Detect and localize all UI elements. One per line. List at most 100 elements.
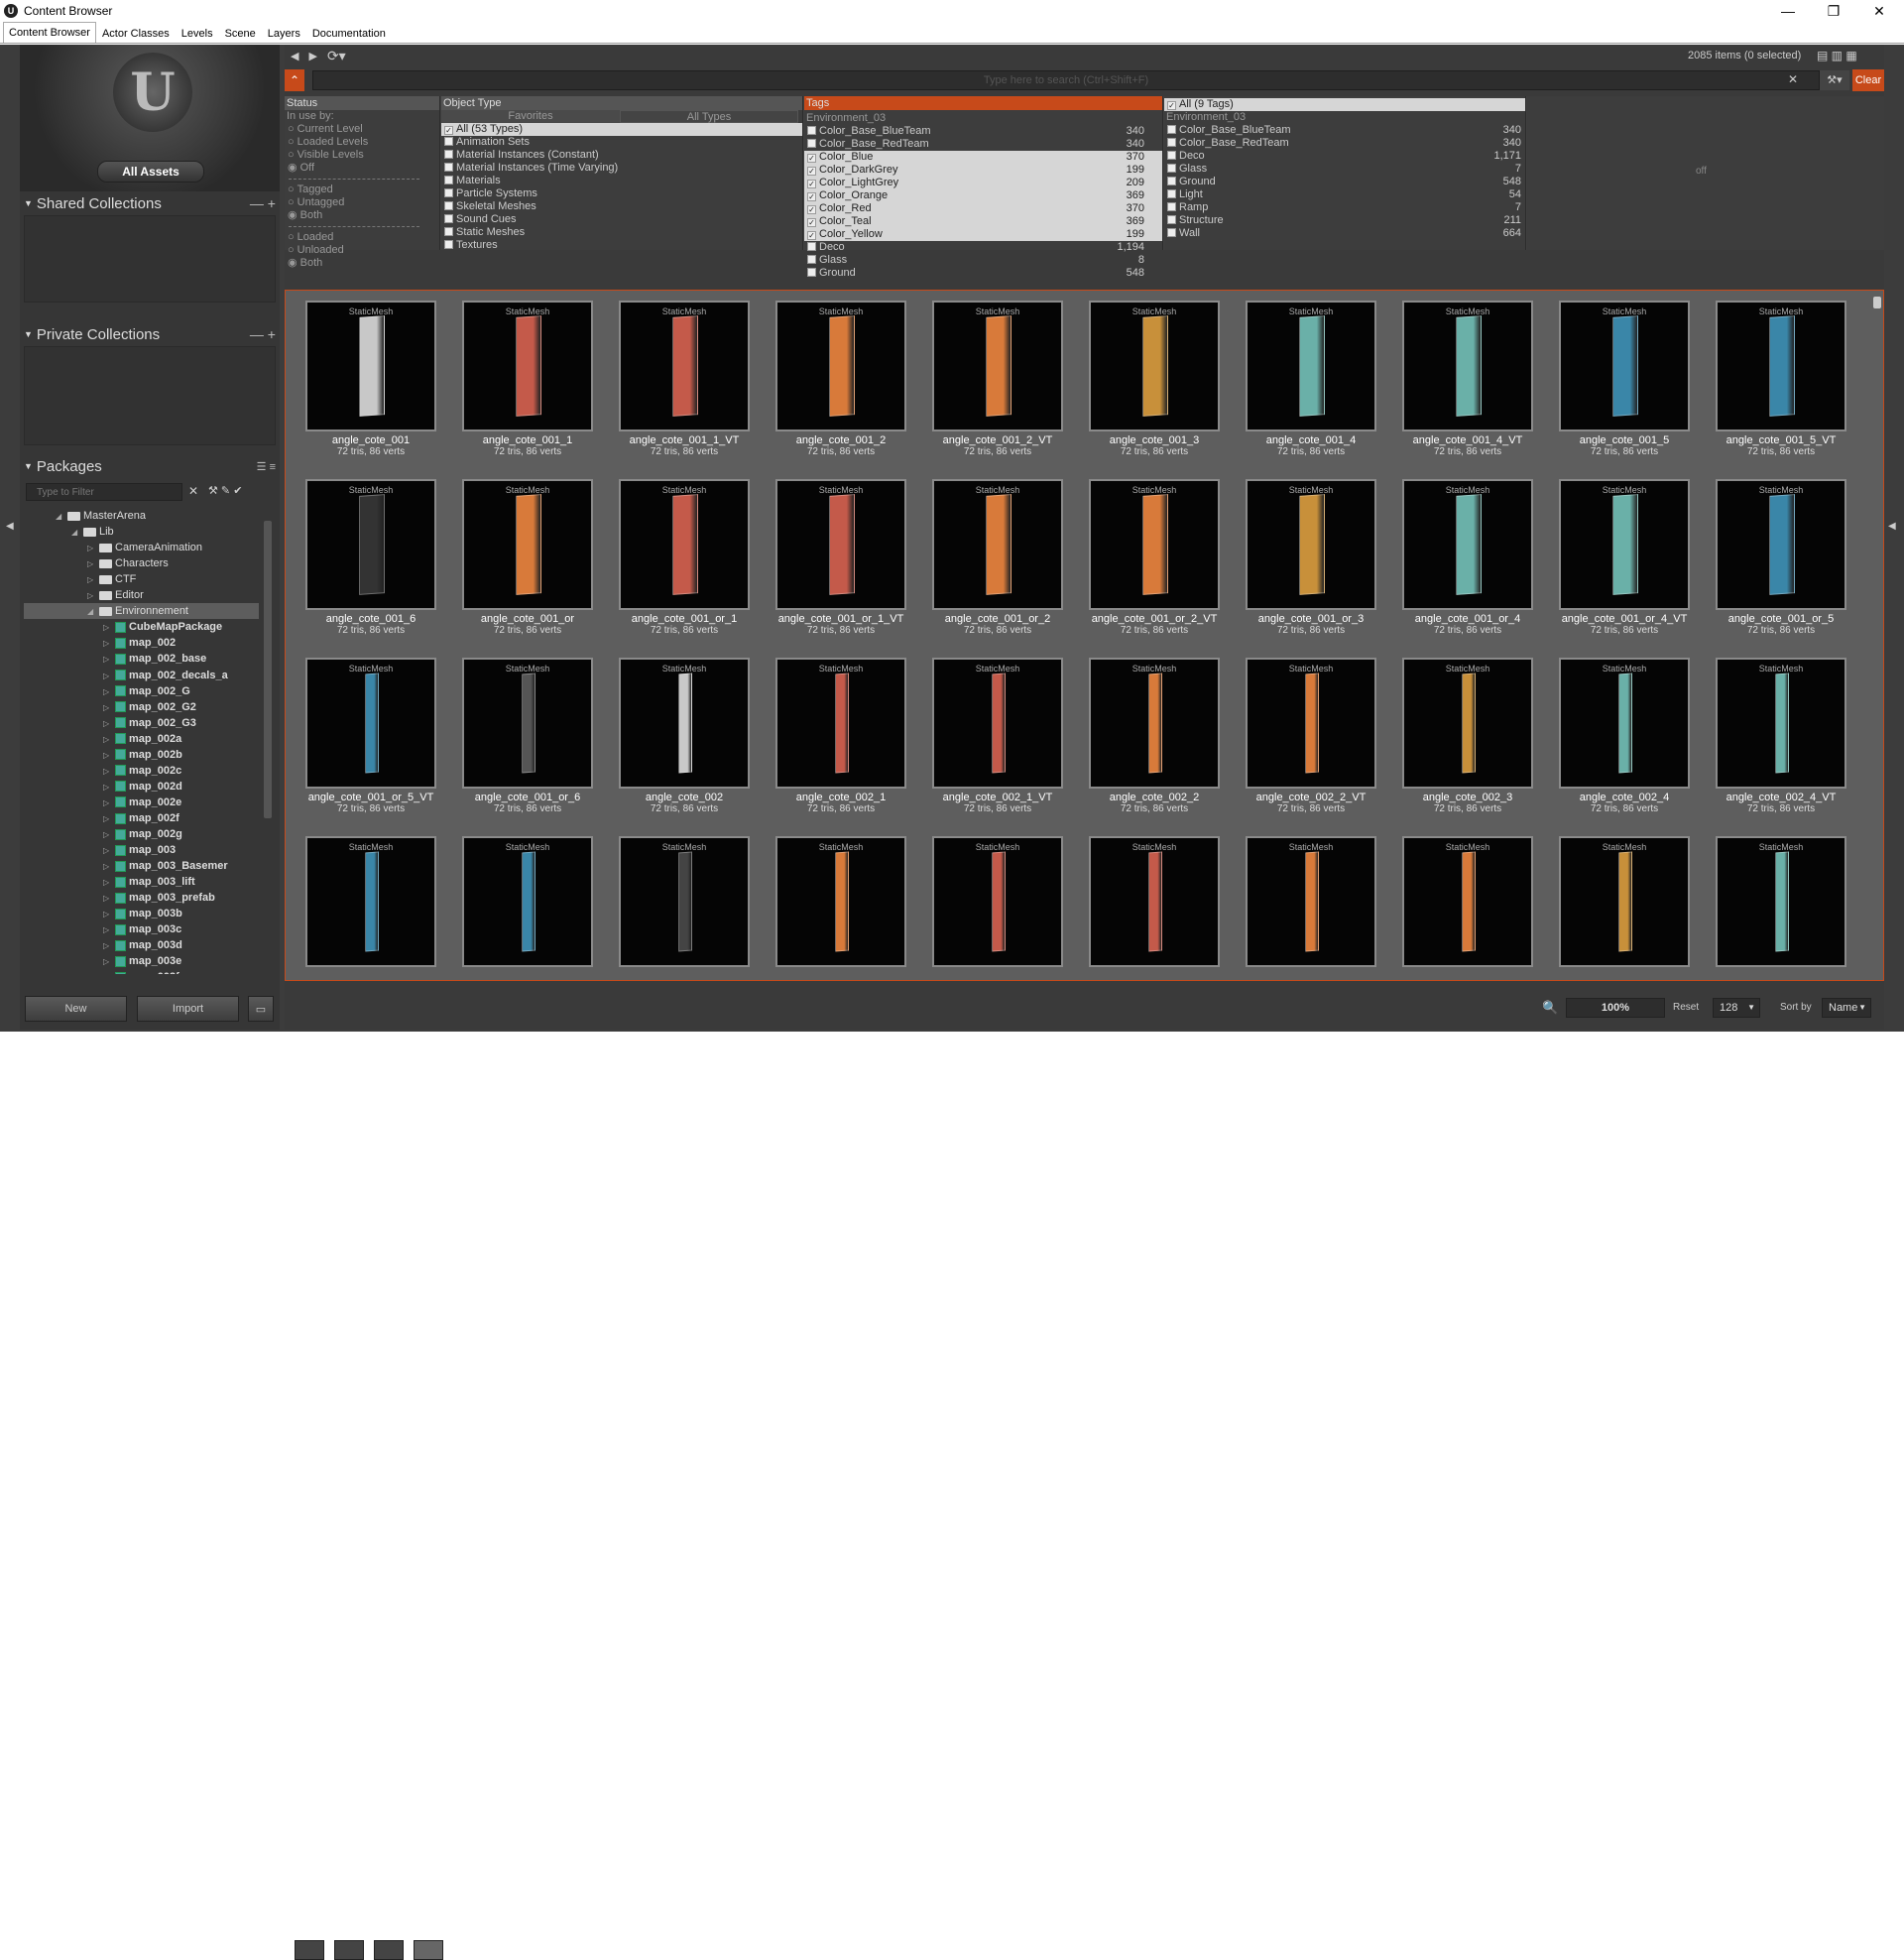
asset-tile[interactable]: StaticMesh angle_cote_001_2 72 tris, 86 ve… (775, 301, 906, 467)
tag-row[interactable]: ✓ Color_Orange 369 (804, 189, 1162, 202)
tab-levels[interactable]: Levels (176, 24, 219, 43)
collapse-left-icon[interactable]: ◀ (6, 521, 14, 532)
favorites-tab[interactable]: Favorites (441, 110, 620, 123)
radio-icon[interactable]: ○ (288, 136, 295, 148)
new-package-button[interactable]: New (25, 996, 127, 1022)
package-item[interactable]: ▷ map_003c (24, 921, 181, 937)
object-type-row[interactable]: Materials (441, 175, 802, 187)
asset-tile[interactable]: StaticMesh angle_cote_001_or_5 72 tris, 86… (1716, 479, 1846, 646)
asset-thumbnail[interactable]: StaticMesh (462, 836, 593, 967)
expanded-arrow-icon[interactable]: ◢ (71, 525, 83, 541)
checkbox-icon[interactable] (1167, 138, 1176, 147)
status-radio-option[interactable]: ○ Tagged (285, 184, 439, 196)
back-icon[interactable]: ◀ (291, 50, 298, 62)
object-type-row[interactable]: Sound Cues (441, 213, 802, 226)
package-filter-input[interactable]: Type to Filter (26, 483, 182, 501)
asset-tile[interactable]: StaticMesh angle_cote_002_3 72 tris, 86 ve… (1402, 658, 1533, 824)
object-type-row[interactable]: Skeletal Meshes (441, 200, 802, 213)
checkbox-icon[interactable] (807, 268, 816, 277)
checkbox-icon[interactable] (444, 150, 453, 159)
package-item[interactable]: ▷ map_003_prefab (24, 890, 215, 906)
asset-tile[interactable]: StaticMesh angle_cote_001_or_4_VT 72 tris,… (1559, 479, 1690, 646)
active-tag-row[interactable]: Deco 1,171 (1164, 150, 1525, 163)
asset-tile[interactable]: StaticMesh angle_cote_001_4_VT 72 tris, 86… (1402, 301, 1533, 467)
packages-header[interactable]: ▼ Packages ☰ ≡ (20, 456, 280, 476)
collapsed-arrow-icon[interactable]: ▷ (103, 811, 115, 827)
asset-thumbnail[interactable]: StaticMesh (305, 479, 436, 610)
radio-selected-icon[interactable]: ◉ (288, 209, 298, 221)
asset-thumbnail[interactable]: StaticMesh (1559, 301, 1690, 431)
package-item[interactable]: ▷ map_002 (24, 635, 176, 651)
thumbnail-size-select[interactable]: 128 ▼ (1713, 998, 1760, 1018)
asset-thumbnail[interactable]: StaticMesh (1559, 836, 1690, 967)
checkbox-icon[interactable]: ✓ (807, 180, 816, 188)
collapsed-arrow-icon[interactable]: ▷ (87, 588, 99, 604)
view-large-grid-button[interactable] (414, 1940, 443, 1960)
asset-thumbnail[interactable]: StaticMesh (462, 658, 593, 789)
package-item[interactable]: ▷ map_003_Basemer (24, 858, 228, 874)
minimize-button[interactable]: — (1765, 0, 1811, 22)
asset-tile[interactable]: StaticMesh angle_cote_002_1_VT 72 tris, 86… (932, 658, 1063, 824)
tag-row[interactable]: Glass 8 (804, 254, 1162, 267)
tag-row[interactable]: ✓ Color_Teal 369 (804, 215, 1162, 228)
checkbox-icon[interactable] (807, 139, 816, 148)
checkbox-icon[interactable] (807, 242, 816, 251)
checkbox-icon[interactable] (1167, 215, 1176, 224)
asset-thumbnail[interactable]: StaticMesh (619, 479, 750, 610)
checkbox-icon[interactable]: ✓ (807, 154, 816, 163)
tab-layers[interactable]: Layers (262, 24, 306, 43)
collapsed-arrow-icon[interactable]: ▷ (103, 954, 115, 970)
asset-tile[interactable]: StaticMesh angle_cote_001_6 72 tris, 86 ve… (305, 479, 436, 646)
asset-thumbnail[interactable]: StaticMesh (1402, 836, 1533, 967)
tag-row[interactable]: Deco 1,194 (804, 241, 1162, 254)
object-type-row[interactable]: Textures (441, 239, 802, 252)
status-radio-option[interactable]: ○ Visible Levels (285, 149, 439, 162)
collapsed-arrow-icon[interactable]: ▷ (103, 796, 115, 811)
tab-scene[interactable]: Scene (219, 24, 262, 43)
asset-tile[interactable]: StaticMesh (1246, 836, 1376, 980)
asset-thumbnail[interactable]: StaticMesh (1246, 479, 1376, 610)
asset-thumbnail[interactable]: StaticMesh (1716, 836, 1846, 967)
checkbox-icon[interactable]: ✓ (807, 218, 816, 227)
asset-tile[interactable]: StaticMesh (619, 836, 750, 980)
object-type-row[interactable]: Material Instances (Time Varying) (441, 162, 802, 175)
zoom-field[interactable]: 100% (1566, 998, 1665, 1018)
package-item[interactable]: ▷ map_002f (24, 810, 179, 826)
checkbox-icon[interactable] (807, 255, 816, 264)
package-item[interactable]: ▷ map_002_decals_a (24, 668, 228, 683)
checkbox-icon[interactable] (1167, 151, 1176, 160)
asset-tile[interactable]: StaticMesh angle_cote_001_or_6 72 tris, 86… (462, 658, 593, 824)
refresh-icon[interactable]: ⟳▾ (327, 48, 346, 64)
clear-filter-icon[interactable]: ✕ (188, 484, 198, 498)
collapsed-arrow-icon[interactable]: ▷ (87, 541, 99, 556)
asset-tile[interactable]: StaticMesh angle_cote_001_or_2_VT 72 tris,… (1089, 479, 1220, 646)
asset-tile[interactable]: StaticMesh angle_cote_001_1_VT 72 tris, 86… (619, 301, 750, 467)
search-options-icon[interactable]: ⚒▾ (1820, 70, 1849, 90)
tab-documentation[interactable]: Documentation (306, 24, 392, 43)
object-type-row[interactable]: Animation Sets (441, 136, 802, 149)
checkbox-icon[interactable] (1167, 228, 1176, 237)
maximize-button[interactable]: ❐ (1811, 0, 1856, 22)
package-item[interactable]: ▷ map_003d (24, 937, 182, 953)
collapsed-arrow-icon[interactable]: ▷ (103, 684, 115, 700)
package-item[interactable]: ▷ map_002a (24, 731, 181, 747)
asset-tile[interactable]: StaticMesh angle_cote_001_or_1_VT 72 tris,… (775, 479, 906, 646)
radio-icon[interactable]: ○ (288, 244, 295, 256)
asset-thumbnail[interactable]: StaticMesh (932, 301, 1063, 431)
view-small-grid-button[interactable] (334, 1940, 364, 1960)
asset-tile[interactable]: StaticMesh angle_cote_001_or_3 72 tris, 86… (1246, 479, 1376, 646)
forward-icon[interactable]: ▶ (308, 50, 316, 62)
checkbox-icon[interactable] (807, 126, 816, 135)
asset-thumbnail[interactable]: StaticMesh (1559, 479, 1690, 610)
collapsed-arrow-icon[interactable]: ▷ (87, 556, 99, 572)
asset-tile[interactable]: StaticMesh angle_cote_001_5 72 tris, 86 ve… (1559, 301, 1690, 467)
private-collections-header[interactable]: ▼ Private Collections — + (20, 324, 280, 344)
status-radio-option[interactable]: ○ Unloaded (285, 244, 439, 257)
checkbox-icon[interactable] (444, 227, 453, 236)
asset-tile[interactable]: StaticMesh (1402, 836, 1533, 980)
status-radio-option[interactable]: ○ Loaded Levels (285, 136, 439, 149)
asset-thumbnail[interactable]: StaticMesh (619, 658, 750, 789)
asset-tile[interactable]: StaticMesh angle_cote_001_3 72 tris, 86 ve… (1089, 301, 1220, 467)
view-list-button[interactable] (295, 1940, 324, 1960)
checkbox-icon[interactable] (444, 176, 453, 184)
